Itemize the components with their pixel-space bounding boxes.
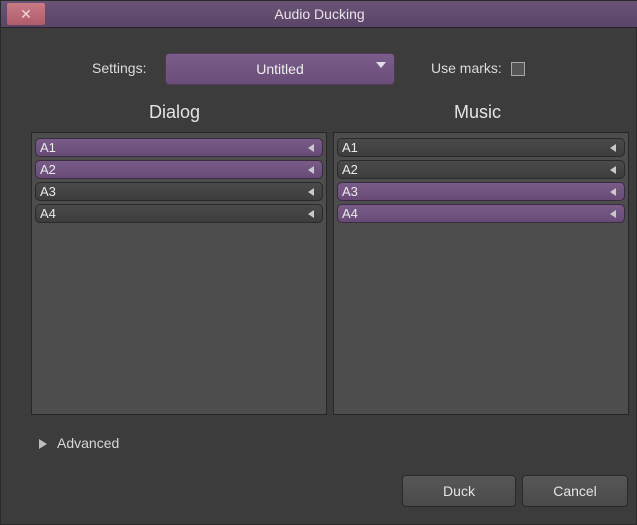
- cancel-button[interactable]: Cancel: [522, 475, 628, 507]
- settings-label: Settings:: [92, 60, 147, 76]
- audio-ducking-window: ✕ Audio Ducking Settings: Untitled Use m…: [0, 0, 637, 525]
- music-track-row[interactable]: A4: [337, 204, 625, 223]
- title-bar[interactable]: ✕ Audio Ducking: [1, 1, 637, 28]
- settings-row: Settings: Untitled Use marks:: [1, 53, 637, 85]
- music-track-row[interactable]: A2: [337, 160, 625, 179]
- music-track-row[interactable]: A3: [337, 182, 625, 201]
- track-name: A4: [342, 206, 358, 221]
- dialog-track-list: A1 A2 A3 A4: [31, 132, 327, 415]
- use-marks-checkbox[interactable]: [511, 62, 525, 76]
- speaker-icon: [610, 188, 616, 196]
- chevron-down-icon: [376, 62, 386, 68]
- speaker-icon: [308, 188, 314, 196]
- advanced-label: Advanced: [57, 435, 120, 451]
- music-title: Music: [454, 102, 502, 122]
- track-name: A2: [40, 162, 56, 177]
- dialog-track-row[interactable]: A2: [35, 160, 323, 179]
- speaker-icon: [610, 210, 616, 218]
- duck-button[interactable]: Duck: [402, 475, 516, 507]
- music-track-row[interactable]: A1: [337, 138, 625, 157]
- dialog-track-row[interactable]: A3: [35, 182, 323, 201]
- disclosure-triangle-icon: [39, 439, 47, 449]
- dialog-track-row[interactable]: A4: [35, 204, 323, 223]
- track-name: A1: [342, 140, 358, 155]
- window-title: Audio Ducking: [274, 6, 365, 22]
- track-name: A1: [40, 140, 56, 155]
- speaker-icon: [610, 166, 616, 174]
- track-name: A3: [40, 184, 56, 199]
- track-name: A2: [342, 162, 358, 177]
- dialog-track-row[interactable]: A1: [35, 138, 323, 157]
- track-name: A4: [40, 206, 56, 221]
- settings-value: Untitled: [256, 61, 304, 77]
- speaker-icon: [308, 166, 314, 174]
- speaker-icon: [308, 144, 314, 152]
- speaker-icon: [308, 210, 314, 218]
- speaker-icon: [610, 144, 616, 152]
- dialog-title: Dialog: [149, 102, 201, 122]
- music-track-list: A1 A2 A3 A4: [333, 132, 629, 415]
- settings-dropdown[interactable]: Untitled: [165, 53, 395, 85]
- track-name: A3: [342, 184, 358, 199]
- use-marks-label: Use marks:: [431, 60, 502, 76]
